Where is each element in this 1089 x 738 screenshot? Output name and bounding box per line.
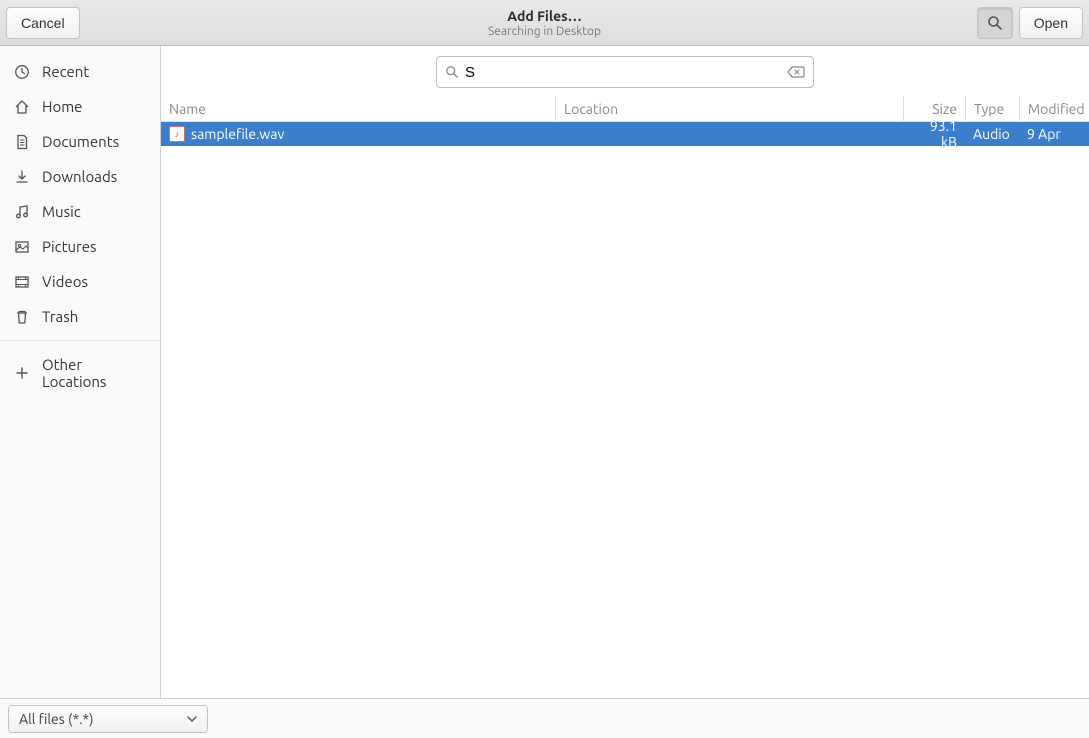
sidebar-item-label: Videos bbox=[42, 273, 88, 290]
search-toggle-button[interactable] bbox=[977, 7, 1013, 39]
file-chooser-window: Cancel Add Files… Searching in Desktop O… bbox=[0, 0, 1089, 738]
column-header-modified[interactable]: Modified bbox=[1019, 96, 1089, 121]
plus-icon bbox=[14, 365, 30, 381]
chevron-down-icon bbox=[187, 714, 197, 724]
main-area: Recent Home Documents Downloads Music Pi… bbox=[0, 46, 1089, 698]
sidebar-item-label: Recent bbox=[42, 63, 89, 80]
table-row[interactable]: ♪ samplefile.wav 93.1 kB Audio 9 Apr bbox=[161, 122, 1089, 146]
file-size: 93.1 kB bbox=[903, 122, 965, 146]
picture-icon bbox=[14, 239, 30, 255]
search-icon bbox=[987, 15, 1003, 31]
search-bar bbox=[161, 46, 1089, 96]
footer-bar: All files (*.*) bbox=[0, 698, 1089, 738]
sidebar-item-recent[interactable]: Recent bbox=[0, 54, 160, 89]
sidebar-item-downloads[interactable]: Downloads bbox=[0, 159, 160, 194]
sidebar-divider bbox=[0, 340, 160, 341]
trash-icon bbox=[14, 309, 30, 325]
sidebar-item-pictures[interactable]: Pictures bbox=[0, 229, 160, 264]
clear-search-icon[interactable] bbox=[787, 65, 805, 79]
filter-label: All files (*.*) bbox=[19, 711, 94, 727]
sidebar-item-label: Other Locations bbox=[42, 356, 148, 390]
home-icon bbox=[14, 99, 30, 115]
search-box[interactable] bbox=[436, 56, 814, 88]
title-area: Add Files… Searching in Desktop bbox=[0, 8, 1089, 38]
file-filter-dropdown[interactable]: All files (*.*) bbox=[8, 705, 208, 733]
file-list: Name Location Size Type Modified ♪ sampl… bbox=[161, 96, 1089, 698]
places-sidebar: Recent Home Documents Downloads Music Pi… bbox=[0, 46, 161, 698]
column-header-location[interactable]: Location bbox=[555, 96, 903, 121]
document-icon bbox=[14, 134, 30, 150]
file-name: samplefile.wav bbox=[191, 126, 284, 142]
sidebar-item-label: Downloads bbox=[42, 168, 117, 185]
video-icon bbox=[14, 274, 30, 290]
open-button[interactable]: Open bbox=[1019, 7, 1083, 39]
clock-icon bbox=[14, 64, 30, 80]
sidebar-item-label: Pictures bbox=[42, 238, 97, 255]
sidebar-item-music[interactable]: Music bbox=[0, 194, 160, 229]
sidebar-item-other-locations[interactable]: Other Locations bbox=[0, 347, 160, 399]
cancel-button[interactable]: Cancel bbox=[6, 7, 80, 39]
sidebar-item-label: Trash bbox=[42, 308, 78, 325]
file-type: Audio bbox=[965, 122, 1019, 146]
sidebar-item-documents[interactable]: Documents bbox=[0, 124, 160, 159]
search-input[interactable] bbox=[465, 64, 787, 81]
content-pane: Name Location Size Type Modified ♪ sampl… bbox=[161, 46, 1089, 698]
sidebar-item-label: Music bbox=[42, 203, 81, 220]
file-location bbox=[555, 122, 903, 146]
column-header-name[interactable]: Name bbox=[161, 96, 555, 121]
sidebar-item-trash[interactable]: Trash bbox=[0, 299, 160, 334]
download-icon bbox=[14, 169, 30, 185]
sidebar-item-label: Home bbox=[42, 98, 82, 115]
audio-file-icon: ♪ bbox=[169, 126, 185, 142]
window-subtitle: Searching in Desktop bbox=[0, 25, 1089, 38]
window-title: Add Files… bbox=[0, 8, 1089, 24]
column-header-type[interactable]: Type bbox=[965, 96, 1019, 121]
search-icon bbox=[445, 65, 459, 79]
sidebar-item-label: Documents bbox=[42, 133, 119, 150]
music-icon bbox=[14, 204, 30, 220]
header-bar: Cancel Add Files… Searching in Desktop O… bbox=[0, 0, 1089, 46]
file-modified: 9 Apr bbox=[1019, 122, 1089, 146]
sidebar-item-home[interactable]: Home bbox=[0, 89, 160, 124]
sidebar-item-videos[interactable]: Videos bbox=[0, 264, 160, 299]
